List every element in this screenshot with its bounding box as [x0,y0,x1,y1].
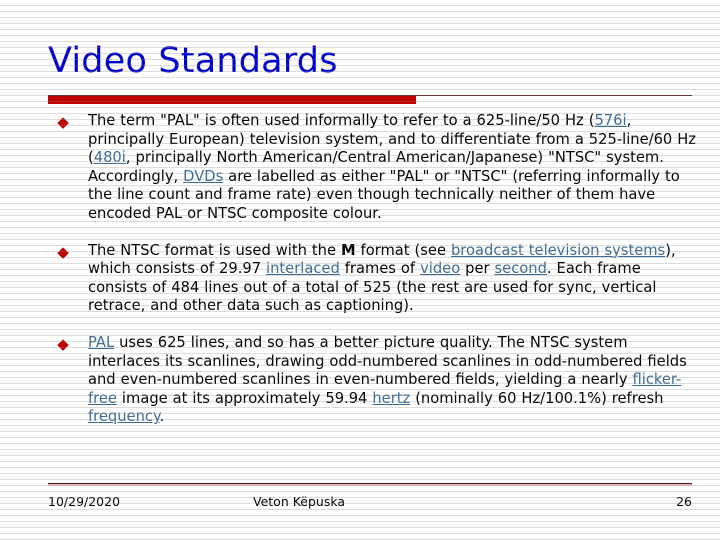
diamond-bullet-icon: ◆ [57,334,69,353]
text-run: per [460,260,495,278]
text-run: image at its approximately 59.94 [116,389,373,407]
hyperlink[interactable]: second [495,260,547,277]
page-title: Video Standards [48,41,338,81]
bullet-item: ◆ The NTSC format is used with the M form… [0,242,720,316]
footer-author: Veton Këpuska [253,494,346,509]
text-run: uses 625 lines, and so has a better pict… [88,333,687,389]
hyperlink[interactable]: PAL [88,334,114,351]
hyperlink[interactable]: DVDs [183,168,223,185]
hyperlink[interactable]: frequency [88,408,160,425]
bullet-text: The term "PAL" is often used informally … [88,112,696,224]
emphasis-text: M [340,241,356,259]
bullet-item: ◆ The term "PAL" is often used informally… [0,112,720,224]
diamond-bullet-icon: ◆ [57,113,69,131]
text-run: (nominally 60 Hz/100.1%) refresh [410,389,664,407]
hyperlink[interactable]: interlaced [266,260,340,277]
bullet-list: ◆ The term "PAL" is often used informally… [0,112,720,427]
hyperlink[interactable]: hertz [372,390,410,407]
title-underline-red-bar [48,96,416,104]
presentation-slide: Video Standards ◆ The term "PAL" is often… [0,0,720,540]
hyperlink[interactable]: 480i [94,149,126,166]
text-run: format (see [355,241,451,259]
hyperlink[interactable]: broadcast television systems [451,242,665,259]
text-run: The NTSC format is used with the [88,241,341,259]
slide-footer: 10/29/2020 Veton Këpuska 26 [48,492,692,512]
bullet-text: PAL uses 625 lines, and so has a better … [88,334,696,427]
hyperlink[interactable]: 576i [594,112,626,129]
diamond-bullet-icon: ◆ [57,242,69,261]
text-run: frames of [339,260,421,278]
slide-body: ◆ The term "PAL" is often used informally… [0,112,720,445]
bullet-item: ◆ PAL uses 625 lines, and so has a better… [0,334,720,427]
text-run: . [159,408,165,426]
text-run: The term "PAL" is often used informally … [88,112,595,129]
bullet-text: The NTSC format is used with the M forma… [88,242,696,316]
footer-page-number: 26 [676,494,692,509]
footer-divider-soft-rule [48,484,692,486]
footer-date: 10/29/2020 [48,494,121,509]
hyperlink[interactable]: video [420,260,460,277]
